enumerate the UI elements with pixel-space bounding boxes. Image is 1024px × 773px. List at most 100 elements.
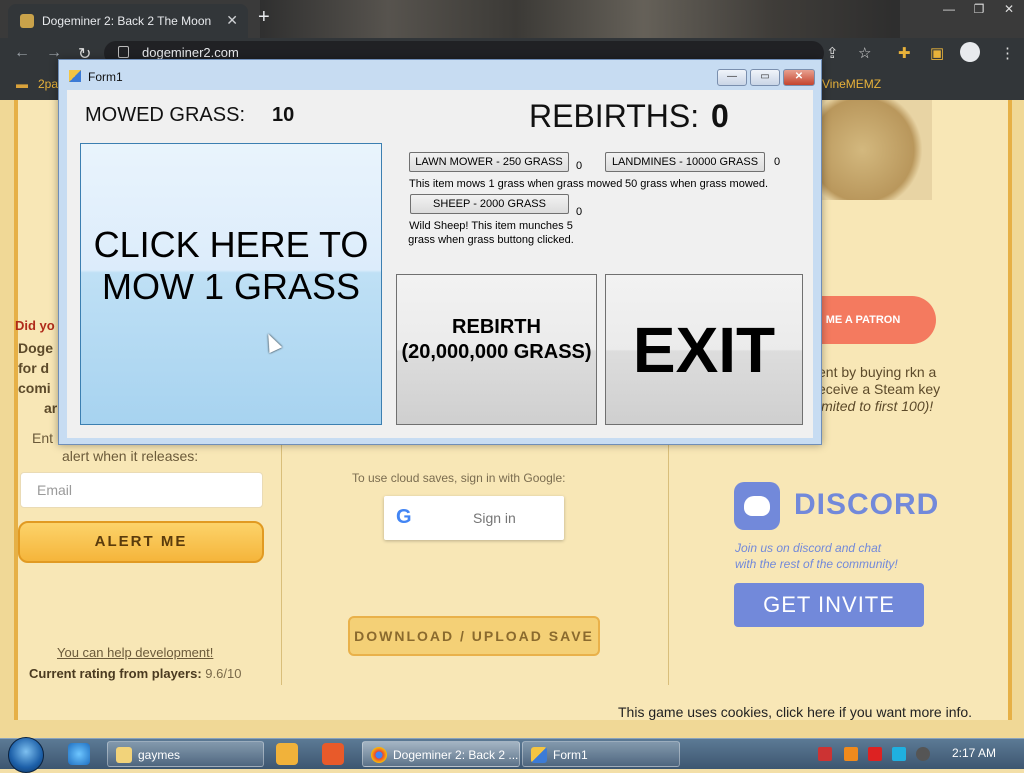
support-line: ent by buying rkn a	[818, 364, 937, 380]
sign-in-label: Sign in	[473, 510, 516, 526]
rebirths-label: REBIRTHS:	[529, 98, 700, 134]
restore-button[interactable]: ❐	[964, 0, 994, 18]
taskbar-clock[interactable]: 2:17 AM	[952, 746, 996, 760]
google-sign-in-button[interactable]: G Sign in	[384, 496, 564, 540]
mowed-grass-label: MOWED GRASS:	[85, 104, 246, 126]
lock-icon	[118, 46, 129, 58]
google-logo-icon: G	[396, 506, 412, 528]
lawn-mower-count: 0	[576, 160, 583, 172]
email-input[interactable]: Email	[20, 472, 263, 508]
profile-avatar[interactable]	[960, 42, 980, 62]
mow-grass-label: CLICK HERE TO MOW 1 GRASS	[93, 224, 369, 307]
rating-label: Current rating from players:	[29, 666, 202, 681]
minimize-button[interactable]: —	[934, 0, 964, 18]
tray-app-icon[interactable]	[844, 747, 858, 761]
extensions-icon[interactable]: ✚	[898, 44, 911, 62]
tab-close-icon[interactable]: ✕	[226, 12, 238, 29]
dogeminer-favicon-icon	[20, 14, 34, 28]
rating-text: Current rating from players: 9.6/10	[29, 666, 241, 681]
form-app-icon	[531, 747, 547, 763]
discord-logo-icon	[734, 482, 780, 530]
browser-tab-strip: Dogeminer 2: Back 2 The Moon ✕ + — ❐ ✕	[0, 0, 1024, 38]
exit-label: EXIT	[632, 314, 776, 386]
lawn-mower-buy-button[interactable]: LAWN MOWER - 250 GRASS	[409, 152, 569, 172]
mowed-grass-value: 10	[272, 104, 295, 126]
column-divider	[668, 440, 669, 685]
url-text: dogeminer2.com	[142, 45, 239, 60]
support-line: imited to first 100)!	[818, 398, 934, 414]
form-client-area: MOWED GRASS: 10 REBIRTHS: 0 CLICK HERE T…	[67, 90, 813, 438]
sheep-description: Wild Sheep! This item munches 5 grass wh…	[408, 220, 574, 246]
taskbar-item-form1[interactable]: Form1	[522, 741, 680, 767]
promo-text: comi	[18, 380, 51, 396]
cloud-save-text: To use cloud saves, sign in with Google:	[352, 471, 566, 485]
internet-explorer-icon[interactable]	[68, 743, 90, 765]
rating-value: 9.6/10	[205, 666, 242, 681]
taskbar-item-label: Dogeminer 2: Back 2 ...	[393, 748, 519, 762]
windows-taskbar: gaymes Dogeminer 2: Back 2 ... Form1 2:1…	[0, 737, 1024, 773]
landmines-count: 0	[774, 156, 781, 168]
taskbar-item-chrome[interactable]: Dogeminer 2: Back 2 ...	[362, 741, 520, 767]
sheep-count: 0	[576, 206, 583, 218]
bookmark-star-icon[interactable]: ☆	[858, 44, 871, 62]
tab-title: Dogeminer 2: Back 2 The Moon	[42, 14, 212, 28]
bookmark-item[interactable]: 2pa	[38, 77, 58, 91]
sheep-buy-button[interactable]: SHEEP - 2000 GRASS	[410, 194, 569, 214]
tray-app-icon[interactable]	[818, 747, 832, 761]
menu-kebab-icon[interactable]: ⋮	[1000, 44, 1015, 62]
form-title: Form1	[88, 70, 123, 84]
doge-coin-image	[816, 100, 932, 200]
close-button[interactable]: ✕	[994, 0, 1024, 18]
download-upload-save-button[interactable]: DOWNLOAD / UPLOAD SAVE	[348, 616, 600, 656]
taskbar-item-label: gaymes	[138, 748, 181, 762]
rebirth-label: REBIRTH (20,000,000 GRASS)	[401, 316, 592, 363]
form-close-button[interactable]: ✕	[783, 69, 815, 86]
bookmark-folder-icon: ▬	[16, 77, 28, 91]
did-you-know-heading: Did yo	[15, 318, 55, 333]
taskbar-item-gaymes[interactable]: gaymes	[107, 741, 264, 767]
chrome-icon	[371, 747, 387, 763]
column-divider	[281, 440, 282, 685]
back-arrow-icon[interactable]: ←	[14, 44, 30, 62]
landmines-buy-button[interactable]: LANDMINES - 10000 GRASS	[605, 152, 765, 172]
cookie-notice-link[interactable]: This game uses cookies, click here if yo…	[618, 704, 972, 720]
browser-tab[interactable]: Dogeminer 2: Back 2 The Moon ✕	[8, 4, 248, 38]
side-panel-icon[interactable]: ▣	[930, 44, 944, 62]
lawn-mower-description: This item mows 1 grass when grass mowed	[409, 178, 623, 190]
support-text: ent by buying rkn a eceive a Steam key i…	[818, 364, 940, 415]
folder-icon	[116, 747, 132, 763]
landmines-description: 50 grass when grass mowed.	[625, 178, 769, 190]
discord-subtitle: Join us on discord and chat with the res…	[735, 540, 898, 572]
get-invite-button[interactable]: GET INVITE	[734, 583, 924, 627]
flag-icon[interactable]	[868, 747, 882, 761]
mow-grass-button[interactable]: CLICK HERE TO MOW 1 GRASS	[80, 143, 382, 425]
share-icon[interactable]: ⇪	[826, 44, 839, 62]
network-icon[interactable]	[892, 747, 906, 761]
app-pinned-icon[interactable]	[322, 743, 344, 765]
form-maximize-button[interactable]: ▭	[750, 69, 780, 86]
form-minimize-button[interactable]: —	[717, 69, 747, 86]
alert-label-prefix: Ent	[32, 430, 54, 446]
bookmark-item[interactable]: VineMEMZ	[822, 77, 881, 91]
discord-wordmark: DISCORD	[794, 488, 940, 521]
promo-text: ar	[44, 400, 58, 416]
help-development-link[interactable]: You can help development!	[57, 645, 213, 660]
rebirth-button[interactable]: REBIRTH (20,000,000 GRASS)	[396, 274, 597, 425]
media-player-icon[interactable]	[276, 743, 298, 765]
browser-window-controls: — ❐ ✕	[934, 0, 1024, 20]
rebirths-value: 0	[711, 98, 729, 134]
form-app-icon	[69, 70, 81, 82]
promo-text: Doge	[18, 340, 53, 356]
taskbar-item-label: Form1	[553, 748, 588, 762]
alert-me-button[interactable]: ALERT ME	[18, 521, 264, 563]
exit-button[interactable]: EXIT	[605, 274, 803, 425]
discord-subtitle-line: Join us on discord and chat	[735, 541, 882, 555]
promo-text: for d	[18, 360, 50, 376]
alert-label: alert when it releases:	[62, 448, 199, 464]
browser-theme-art	[260, 0, 900, 38]
new-tab-button[interactable]: +	[258, 6, 270, 29]
form1-window: Form1 — ▭ ✕ MOWED GRASS: 10 REBIRTHS: 0 …	[58, 59, 822, 445]
volume-icon[interactable]	[916, 747, 930, 761]
discord-subtitle-line: with the rest of the community!	[735, 557, 898, 571]
support-line: eceive a Steam key	[818, 381, 941, 397]
